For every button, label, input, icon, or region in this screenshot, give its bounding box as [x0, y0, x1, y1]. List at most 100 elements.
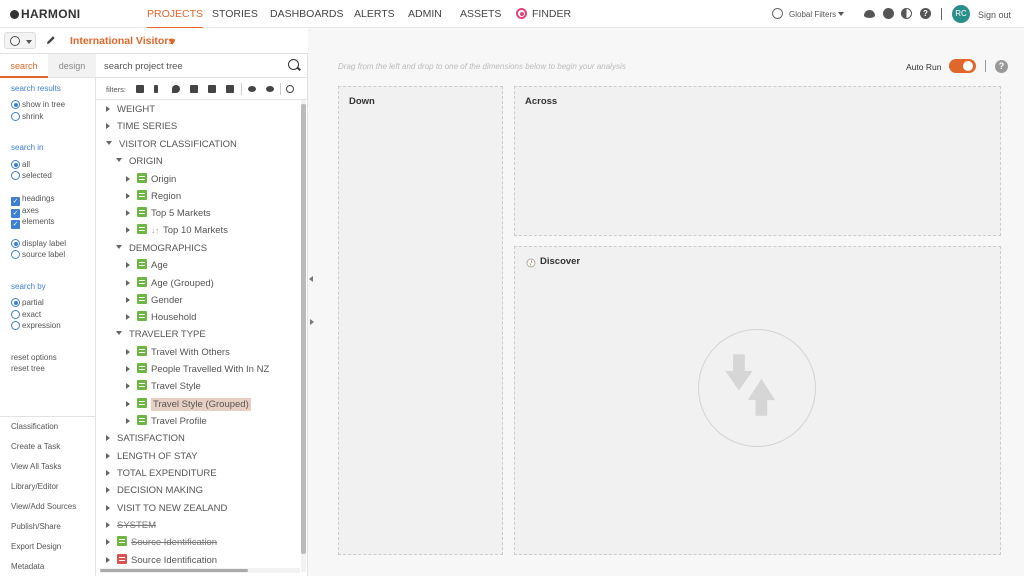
checkbox-elements[interactable]: ✓ elements	[11, 217, 54, 229]
tree-node-length-of-stay[interactable]: LENGTH OF STAY	[106, 449, 197, 465]
expand-arrow-icon[interactable]	[106, 435, 110, 441]
expand-arrow-icon[interactable]	[126, 314, 130, 320]
tree-node-time-series[interactable]: TIME SERIES	[106, 119, 177, 135]
radio-shrink[interactable]: shrink	[11, 112, 43, 121]
nav-finder[interactable]: FINDER	[532, 8, 571, 20]
tab-design[interactable]: design	[48, 54, 96, 78]
tree-node-region[interactable]: Region	[126, 189, 181, 205]
finder-icon[interactable]	[516, 8, 527, 19]
menu-export-design[interactable]: Export Design	[11, 542, 61, 551]
tree-node-total-expenditure[interactable]: TOTAL EXPENDITURE	[106, 466, 217, 482]
menu-metadata[interactable]: Metadata	[11, 562, 44, 571]
tree-vertical-scrollbar[interactable]	[301, 100, 306, 572]
expand-arrow-icon[interactable]	[106, 470, 110, 476]
menu-publish-share[interactable]: Publish/Share	[11, 522, 61, 531]
scrollbar-thumb[interactable]	[100, 569, 248, 572]
radio-all[interactable]: all	[11, 160, 30, 169]
radio-partial[interactable]: partial	[11, 298, 44, 307]
circle-filter-icon[interactable]	[286, 85, 294, 93]
expand-arrow-icon[interactable]	[126, 383, 130, 389]
nav-stories[interactable]: STORIES	[212, 8, 258, 20]
expand-arrow-icon[interactable]	[126, 418, 130, 424]
tree-node-travel-style[interactable]: Travel Style	[126, 379, 201, 395]
history-dropdown-button[interactable]	[4, 32, 36, 49]
expand-arrow-icon[interactable]	[126, 401, 130, 407]
globe-icon[interactable]	[772, 8, 783, 19]
expand-arrow-icon[interactable]	[106, 505, 110, 511]
expand-arrow-icon[interactable]	[126, 349, 130, 355]
expand-arrow-icon[interactable]	[126, 227, 130, 233]
menu-view-add-sources[interactable]: View/Add Sources	[11, 502, 76, 511]
tree-node-top10-markets[interactable]: ↓↑ Top 10 Markets	[126, 223, 228, 239]
radio-expression[interactable]: expression	[11, 321, 61, 330]
branch-filter-icon[interactable]	[190, 85, 198, 93]
radio-source-label[interactable]: source label	[11, 250, 65, 259]
tree-node-top5-markets[interactable]: Top 5 Markets	[126, 206, 211, 222]
collapse-arrow-icon[interactable]	[116, 158, 122, 162]
grid-filter-icon[interactable]	[136, 85, 144, 93]
auto-run-toggle[interactable]	[949, 59, 976, 73]
tree-node-system[interactable]: SYSTEM	[106, 518, 156, 534]
heart-icon[interactable]: ♥	[169, 36, 176, 48]
nav-assets[interactable]: ASSETS	[460, 8, 501, 20]
expand-arrow-icon[interactable]	[106, 539, 110, 545]
tab-search[interactable]: search	[0, 54, 48, 78]
expand-arrow-icon[interactable]	[126, 366, 130, 372]
tag-filter-icon[interactable]	[226, 85, 234, 93]
menu-view-all-tasks[interactable]: View All Tasks	[11, 462, 61, 471]
eye-icon[interactable]	[864, 10, 875, 18]
radio-selected[interactable]: selected	[11, 171, 52, 180]
expand-arrow-icon[interactable]	[126, 176, 130, 182]
discover-dropzone[interactable]: Discover	[514, 246, 1001, 555]
expand-arrow-icon[interactable]	[126, 262, 130, 268]
expand-arrow-icon[interactable]	[106, 123, 110, 129]
reset-tree-link[interactable]: reset tree	[11, 364, 45, 373]
expand-arrow-icon[interactable]	[106, 522, 110, 528]
tree-node-people-travelled[interactable]: People Travelled With In NZ	[126, 362, 269, 378]
nav-admin[interactable]: ADMIN	[408, 8, 442, 20]
contrast-icon[interactable]	[901, 8, 912, 19]
expand-arrow-icon[interactable]	[126, 210, 130, 216]
pin-filter-icon[interactable]	[172, 85, 180, 93]
harmoni-logo[interactable]: HARMONI	[10, 7, 80, 21]
expand-arrow-icon[interactable]	[106, 453, 110, 459]
radio-exact[interactable]: exact	[11, 310, 41, 319]
tree-node-demographics[interactable]: DEMOGRAPHICS	[116, 241, 207, 257]
checkbox-headings[interactable]: ✓ headings	[11, 194, 54, 206]
search-icon[interactable]	[288, 59, 299, 70]
tree-node-household[interactable]: Household	[126, 310, 196, 326]
tree-node-visit-nz[interactable]: VISIT TO NEW ZEALAND	[106, 501, 227, 517]
radio-display-label[interactable]: display label	[11, 239, 66, 248]
tree-node-origin[interactable]: Origin	[126, 172, 176, 188]
table-filter-icon[interactable]	[208, 85, 216, 93]
across-dropzone[interactable]: Across	[514, 86, 1001, 236]
menu-create-task[interactable]: Create a Task	[11, 442, 60, 451]
tree-node-source-identification[interactable]: Source Identification	[106, 553, 217, 569]
tree-node-weight[interactable]: WEIGHT	[106, 102, 155, 118]
expand-arrow-icon[interactable]	[106, 487, 110, 493]
menu-library-editor[interactable]: Library/Editor	[11, 482, 59, 491]
reset-options-link[interactable]: reset options	[11, 353, 57, 362]
help-icon[interactable]: ?	[920, 8, 931, 19]
tree-node-origin-group[interactable]: ORIGIN	[116, 154, 163, 170]
global-filters-dropdown[interactable]: Global Filters	[789, 10, 845, 19]
tree-node-travel-profile[interactable]: Travel Profile	[126, 414, 207, 430]
avatar[interactable]: RC	[952, 5, 970, 23]
chevron-left-icon[interactable]	[309, 276, 313, 282]
brain-icon[interactable]	[883, 8, 894, 19]
collapse-arrow-icon[interactable]	[116, 331, 122, 335]
expand-arrow-icon[interactable]	[126, 280, 130, 286]
nav-projects[interactable]: PROJECTS	[147, 8, 204, 29]
chevron-right-icon[interactable]	[310, 319, 314, 325]
collapse-arrow-icon[interactable]	[116, 245, 122, 249]
expand-arrow-icon[interactable]	[126, 297, 130, 303]
down-dropzone[interactable]: Down	[338, 86, 503, 555]
scrollbar-thumb[interactable]	[301, 104, 306, 554]
tree-node-travel-with-others[interactable]: Travel With Others	[126, 345, 230, 361]
expand-arrow-icon[interactable]	[126, 193, 130, 199]
pencil-icon[interactable]	[46, 35, 56, 45]
sign-out-link[interactable]: Sign out	[978, 10, 1011, 20]
collapse-arrow-icon[interactable]	[106, 141, 112, 145]
nav-dashboards[interactable]: DASHBOARDS	[270, 8, 344, 20]
eye-off-filter-icon[interactable]	[266, 86, 274, 92]
